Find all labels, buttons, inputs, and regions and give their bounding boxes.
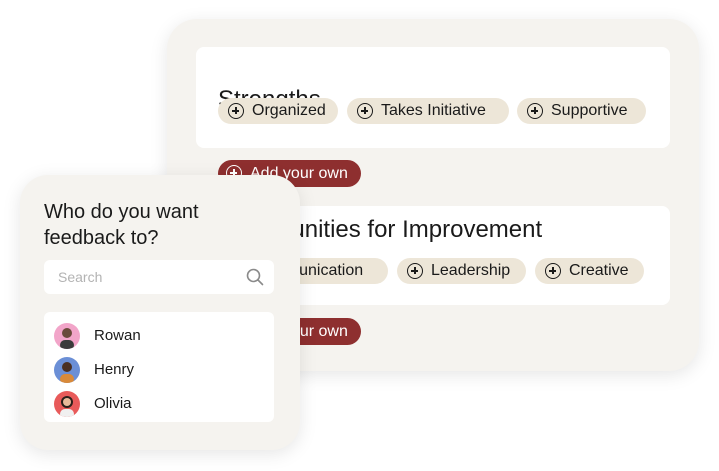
avatar xyxy=(54,323,80,349)
chip-label: Supportive xyxy=(551,102,628,119)
person-name: Henry xyxy=(94,361,135,378)
avatar xyxy=(54,357,80,383)
plus-circle-icon xyxy=(527,103,543,119)
people-list: Rowan Henry Olivia xyxy=(44,312,274,422)
recipient-picker-panel: Who do you want feedback to? Search Rowa… xyxy=(20,175,300,450)
plus-circle-icon xyxy=(407,263,423,279)
plus-circle-icon xyxy=(228,103,244,119)
chip-supportive[interactable]: Supportive xyxy=(517,98,646,124)
person-name: Rowan xyxy=(94,327,141,344)
plus-circle-icon xyxy=(357,103,373,119)
chip-organized[interactable]: Organized xyxy=(218,98,338,124)
person-name: Olivia xyxy=(94,395,132,412)
chip-label: Creative xyxy=(569,262,629,279)
chip-leadership[interactable]: Leadership xyxy=(397,258,526,284)
chip-label: Takes Initiative xyxy=(381,102,486,119)
strengths-card: Strengths Organized Takes Initiative Sup… xyxy=(196,47,670,148)
avatar xyxy=(54,391,80,417)
chip-creative[interactable]: Creative xyxy=(535,258,644,284)
search-placeholder: Search xyxy=(58,269,103,285)
feedback-question: Who do you want feedback to? xyxy=(44,201,199,249)
search-input[interactable]: Search xyxy=(44,260,274,294)
chip-takes-initiative[interactable]: Takes Initiative xyxy=(347,98,509,124)
chip-label: Organized xyxy=(252,102,326,119)
plus-circle-icon xyxy=(545,263,561,279)
chip-label: Leadership xyxy=(431,262,511,279)
search-icon xyxy=(246,268,264,286)
